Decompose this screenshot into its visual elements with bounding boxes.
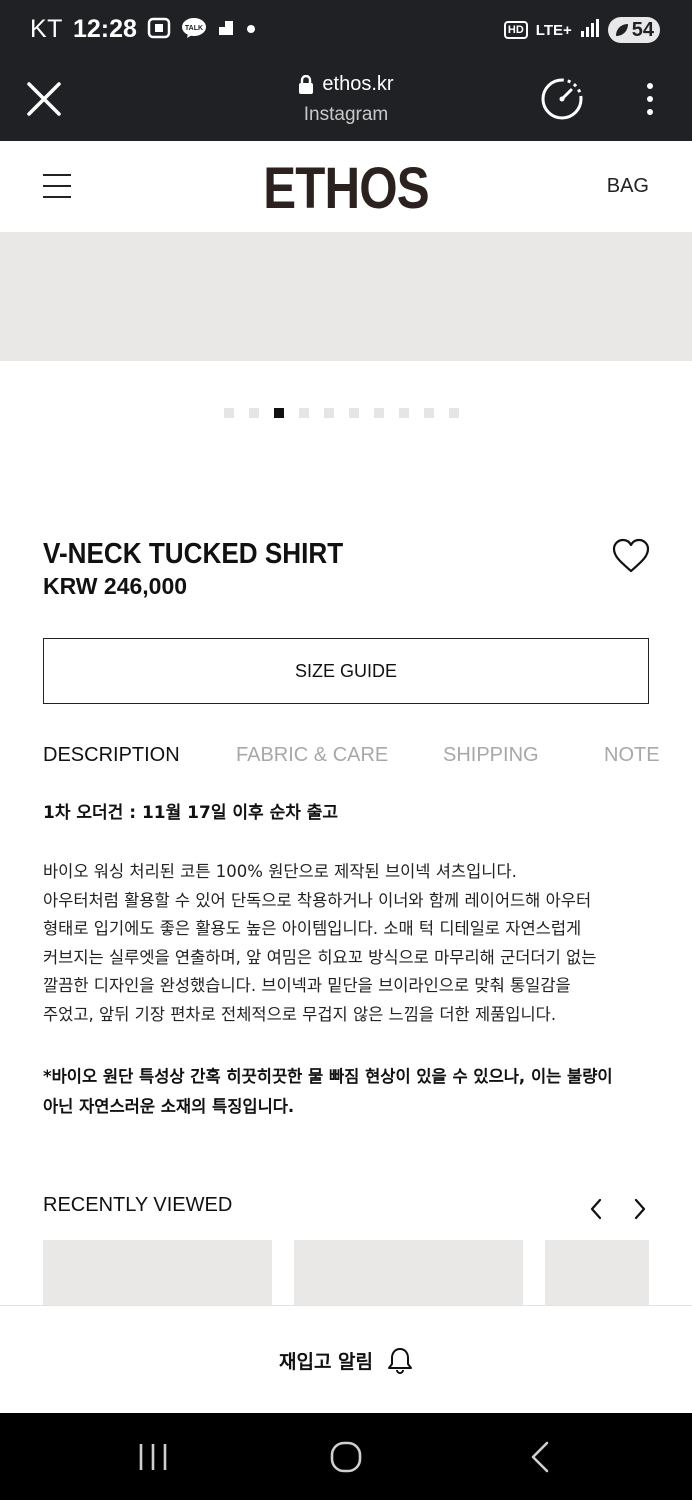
carousel-dot[interactable] [299, 408, 309, 418]
carousel-dot[interactable] [449, 408, 459, 418]
leaf-icon [615, 24, 628, 36]
more-vert-icon [647, 83, 653, 115]
description-line: 주었고, 앞뒤 기장 편차로 전체적으로 무겁지 않은 느낌을 더한 제품입니다… [43, 1004, 557, 1024]
notice-line: 아닌 자연스러운 소재의 특징입니다. [43, 1097, 295, 1116]
speedometer-icon [541, 78, 583, 120]
more-options-button[interactable] [640, 81, 660, 117]
recently-viewed-title: RECENTLY VIEWED [43, 1194, 233, 1216]
status-right: HD LTE+ 54 [503, 17, 660, 43]
browser-toolbar: ethos.kr Instagram [0, 55, 692, 141]
app-icon [217, 19, 235, 41]
notice-line: *바이오 원단 특성상 간혹 히끗히끗한 물 빠짐 현상이 있을 수 있으나, … [43, 1067, 613, 1086]
url-source: Instagram [303, 103, 389, 125]
order-note: 1차 오더건 : 11월 17일 이후 순차 출고 [43, 803, 339, 823]
recent-prev-button[interactable] [586, 1196, 606, 1222]
carousel-dot[interactable] [399, 408, 409, 418]
recent-next-button[interactable] [630, 1196, 650, 1222]
url-area[interactable]: ethos.kr Instagram [0, 73, 692, 126]
dot-icon [245, 20, 257, 39]
battery-level: 54 [631, 18, 654, 41]
restock-alert-button[interactable]: 재입고 알림 [0, 1306, 692, 1414]
carousel-dot[interactable] [224, 408, 234, 418]
wishlist-button[interactable] [612, 538, 650, 574]
carrier-label: KT [30, 15, 63, 43]
carousel-dot[interactable] [274, 408, 284, 418]
info-tabs: DESCRIPTION FABRIC & CARE SHIPPING NOTE [43, 744, 660, 770]
product-image[interactable] [0, 232, 692, 361]
recent-item-thumbnail[interactable] [43, 1240, 272, 1306]
description-line: 형태로 입기에도 좋은 활용도 높은 아이템입니다. 소매 턱 디테일로 자연스… [43, 919, 582, 939]
back-button[interactable] [520, 1437, 560, 1477]
home-icon [330, 1441, 362, 1473]
product-description: 바이오 워싱 처리된 코튼 100% 원단으로 제작된 브이넥 셔츠입니다. 아… [43, 858, 653, 1030]
speed-button[interactable] [540, 77, 584, 121]
carousel-dot[interactable] [349, 408, 359, 418]
carousel-dot[interactable] [424, 408, 434, 418]
chevron-left-icon [590, 1198, 602, 1220]
tab-shipping[interactable]: SHIPPING [443, 744, 539, 767]
signal-icon [580, 18, 600, 42]
hd-badge: HD [503, 21, 528, 39]
home-button[interactable] [326, 1437, 366, 1477]
carousel-dot[interactable] [374, 408, 384, 418]
fabric-notice: *바이오 원단 특성상 간혹 히끗히끗한 물 빠짐 현상이 있을 수 있으나, … [43, 1062, 653, 1122]
product-price: KRW 246,000 [43, 573, 188, 599]
site-header: ETHOS BAG [0, 141, 692, 232]
tab-note[interactable]: NOTE [604, 744, 660, 767]
tab-fabric-care[interactable]: FABRIC & CARE [236, 744, 388, 767]
carousel-dot[interactable] [324, 408, 334, 418]
clock: 12:28 [72, 15, 137, 43]
product-name: V-NECK TUCKED SHIRT [43, 538, 344, 570]
lock-icon [299, 74, 314, 94]
kakaotalk-icon: TALK [181, 17, 207, 43]
size-guide-button[interactable]: SIZE GUIDE [43, 638, 649, 704]
heart-icon [612, 538, 650, 573]
description-line: 아우터처럼 활용할 수 있어 단독으로 착용하거나 이너와 함께 레이어드해 아… [43, 890, 592, 910]
system-nav-bar [0, 1413, 692, 1500]
description-line: 커브지는 실루엣을 연출하며, 앞 여밈은 히요꼬 방식으로 마무리해 군더더기… [43, 947, 597, 967]
svg-text:TALK: TALK [185, 25, 203, 32]
status-bar: KT 12:28 TALK HD LTE+ 54 [0, 0, 692, 55]
description-line: 바이오 워싱 처리된 코튼 100% 원단으로 제작된 브이넥 셔츠입니다. [43, 862, 517, 881]
recent-item-thumbnail[interactable] [294, 1240, 523, 1306]
tab-description[interactable]: DESCRIPTION [43, 744, 180, 767]
carousel-dot[interactable] [249, 408, 259, 418]
status-left: KT 12:28 TALK [30, 15, 257, 44]
battery-indicator: 54 [607, 17, 660, 43]
url-domain: ethos.kr [322, 73, 394, 95]
network-type: LTE+ [535, 21, 572, 39]
bell-icon [388, 1348, 412, 1374]
recent-item-thumbnail[interactable] [545, 1240, 649, 1306]
carousel-indicator [224, 408, 459, 418]
bottom-action-bar: 재입고 알림 [0, 1305, 692, 1413]
chevron-right-icon [634, 1198, 646, 1220]
site-logo[interactable]: ETHOS [52, 155, 640, 222]
back-icon [531, 1441, 549, 1473]
recent-apps-icon [139, 1444, 167, 1470]
restock-alert-label: 재입고 알림 [278, 1350, 373, 1373]
bag-link[interactable]: BAG [607, 175, 649, 198]
recent-apps-button[interactable] [133, 1437, 173, 1477]
screenshot-icon [147, 17, 171, 43]
description-line: 깔끔한 디자인을 완성했습니다. 브이넥과 밑단을 브이라인으로 맞춰 통일감을 [43, 976, 571, 996]
